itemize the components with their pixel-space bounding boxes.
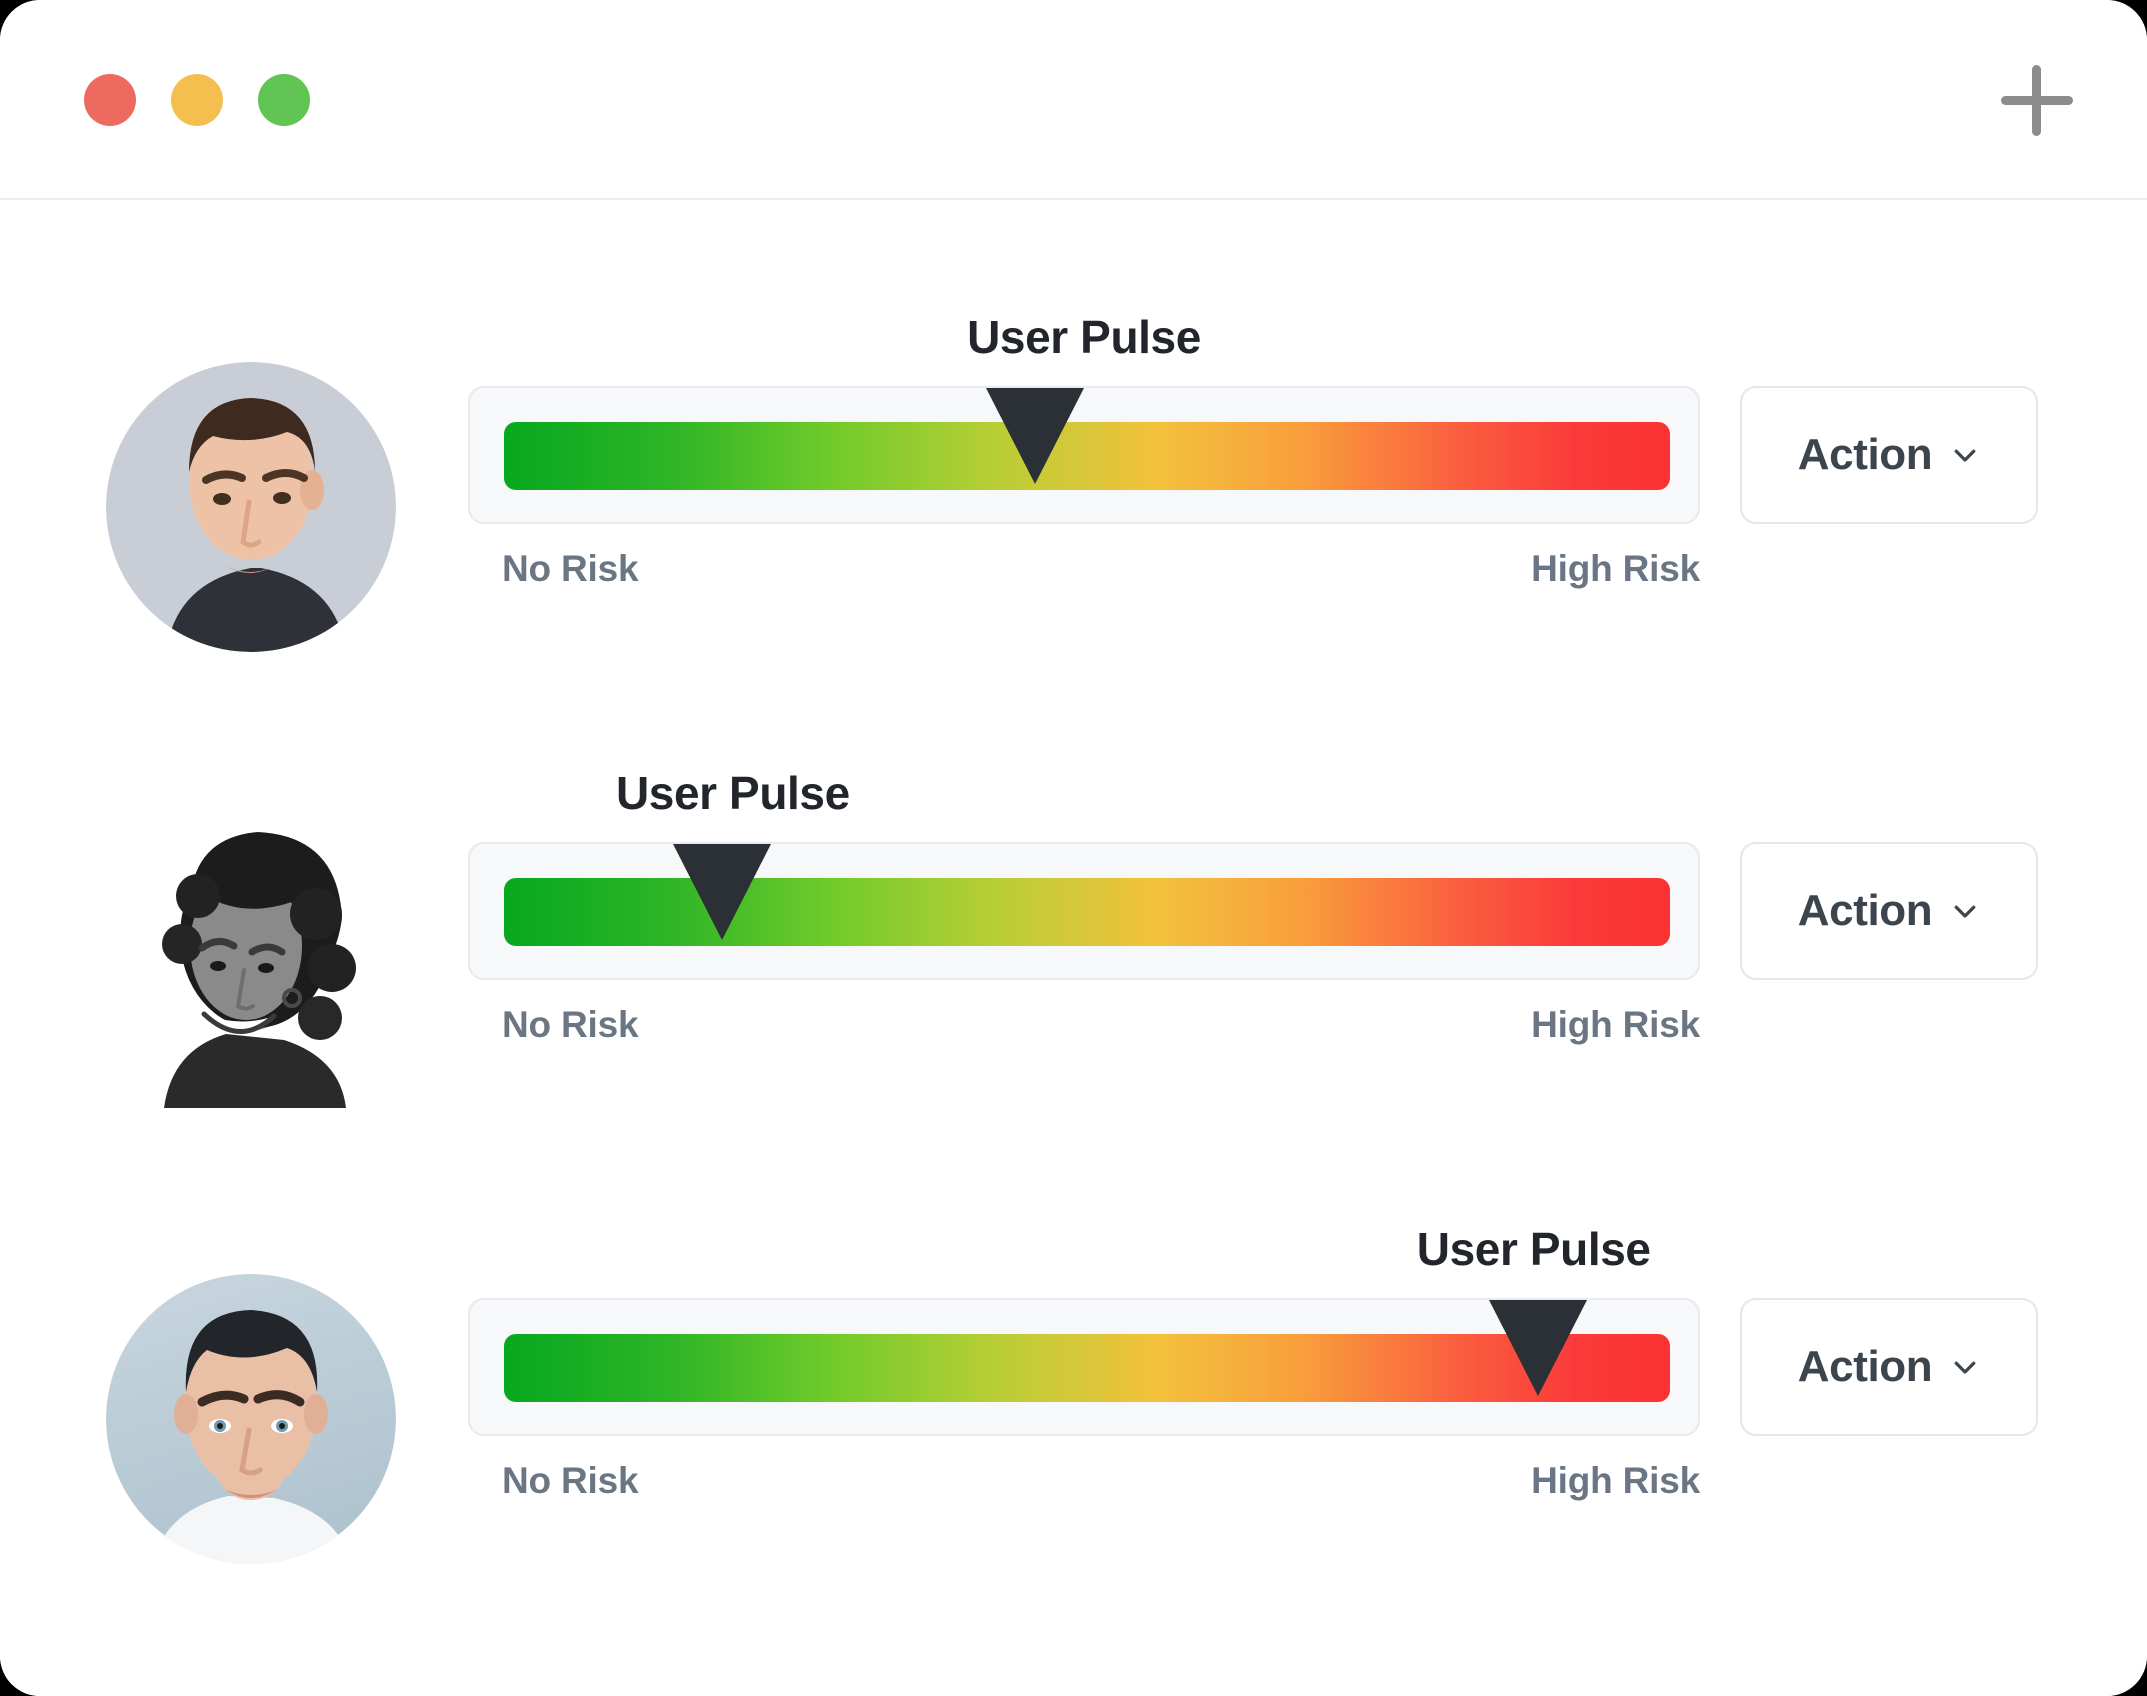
action-button-label: Action [1797, 886, 1933, 935]
high-risk-label: High Risk [1531, 548, 1700, 589]
no-risk-label: No Risk [502, 548, 639, 589]
risk-marker-icon[interactable] [672, 844, 771, 940]
risk-gradient-bar[interactable] [504, 422, 1670, 490]
risk-gauge[interactable] [468, 1298, 1700, 1436]
no-risk-label: No Risk [502, 1004, 639, 1045]
maximize-button[interactable] [258, 74, 310, 126]
action-dropdown-button[interactable]: Action [1740, 1298, 2038, 1436]
user-pulse-list: User Pulse No Risk High Risk Action User… [0, 200, 2147, 1696]
avatar-photo [106, 818, 396, 1108]
plus-icon-vertical-bar [2032, 65, 2041, 136]
risk-gauge[interactable] [468, 386, 1700, 524]
risk-marker-icon[interactable] [1489, 1300, 1588, 1396]
risk-gauge[interactable] [468, 842, 1700, 980]
avatar [106, 818, 396, 1108]
close-button[interactable] [84, 74, 136, 126]
page-title: User Pulse [615, 767, 850, 819]
action-button-label: Action [1797, 1342, 1933, 1391]
chevron-down-icon [1954, 449, 1976, 462]
chevron-down-icon [1954, 1361, 1976, 1374]
user-pulse-row: User Pulse No Risk High Risk Action [0, 310, 2147, 766]
action-dropdown-button[interactable]: Action [1740, 842, 2038, 980]
page-title: User Pulse [967, 311, 1201, 363]
page-title: User Pulse [1416, 1223, 1651, 1275]
minimize-button[interactable] [171, 74, 223, 126]
high-risk-label: High Risk [1531, 1460, 1700, 1501]
avatar-photo [106, 1274, 396, 1564]
window-titlebar [0, 0, 2147, 200]
avatar [106, 1274, 396, 1564]
gauge-scale: No Risk High Risk [468, 1460, 1700, 1516]
gauge-column: User Pulse No Risk High Risk [468, 310, 1700, 766]
app-window: User Pulse No Risk High Risk Action User… [0, 0, 2147, 1696]
action-button-label: Action [1797, 430, 1933, 479]
risk-marker-icon[interactable] [985, 388, 1084, 484]
no-risk-label: No Risk [502, 1460, 639, 1501]
action-dropdown-button[interactable]: Action [1740, 386, 2038, 524]
gauge-column: User Pulse No Risk High Risk [468, 1222, 1700, 1678]
plus-icon[interactable] [1999, 62, 2075, 138]
gauge-scale: No Risk High Risk [468, 1004, 1700, 1060]
user-pulse-row: User Pulse No Risk High Risk Action [0, 766, 2147, 1222]
avatar [106, 362, 396, 652]
user-pulse-row: User Pulse No Risk High Risk Action [0, 1222, 2147, 1678]
gauge-column: User Pulse No Risk High Risk [468, 766, 1700, 1222]
avatar-photo [106, 362, 396, 652]
gauge-scale: No Risk High Risk [468, 548, 1700, 604]
traffic-light-controls [84, 74, 310, 126]
high-risk-label: High Risk [1531, 1004, 1700, 1045]
chevron-down-icon [1954, 905, 1976, 918]
